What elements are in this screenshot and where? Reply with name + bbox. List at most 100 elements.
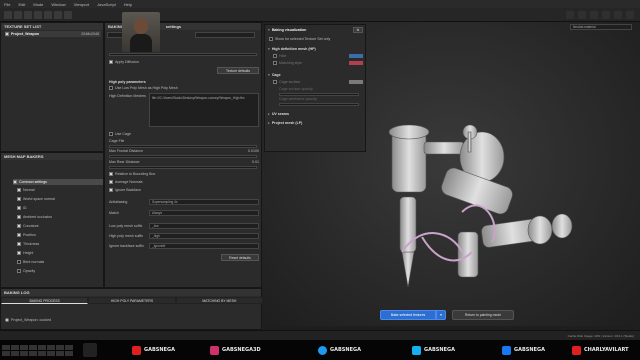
show-selected-option[interactable]: Show for selected Texture Set only [269, 36, 330, 42]
tab-baking-process[interactable]: BAKING PROCESS [1, 297, 89, 304]
bake-selected-textures-button[interactable]: Bake selected textures [380, 310, 436, 320]
baker-item-bent-normals[interactable]: Bent normals [17, 259, 44, 265]
use-cage-option[interactable]: Use Cage [109, 131, 131, 137]
cage-label: Cage [271, 73, 281, 77]
material-dropdown[interactable]: Neutral material [570, 24, 632, 30]
max-rear-value[interactable]: 0.01 [252, 160, 259, 164]
social-handle: GABSNEGA3D [222, 347, 261, 353]
collapse-arrow-icon[interactable]: ▾ [268, 28, 270, 32]
bake-options-chevron-icon[interactable]: ▾ [436, 310, 446, 320]
key [65, 344, 73, 350]
uv-seams-section[interactable]: ▸ UV seams [268, 111, 289, 117]
baker-checkbox[interactable] [17, 206, 21, 210]
texture-set-checkbox[interactable] [5, 32, 9, 36]
baker-checkbox[interactable] [17, 269, 21, 273]
cage-section[interactable]: ▾ Cage [268, 72, 281, 78]
smudge-tool-icon[interactable] [44, 11, 52, 19]
baker-checkbox[interactable] [17, 260, 21, 264]
match-dropdown[interactable]: Always [149, 210, 259, 216]
high-suffix-input[interactable]: _high [149, 233, 259, 239]
presenter-body [130, 34, 152, 52]
average-normals-option[interactable]: Average Normals [109, 179, 143, 185]
ignore-backface-option[interactable]: Ignore Backface [109, 187, 141, 193]
antialiasing-dropdown[interactable]: Supersampling 4x [149, 199, 259, 205]
baker-item-curvature[interactable]: Curvature [17, 223, 39, 229]
color-picker-icon[interactable] [64, 11, 72, 19]
baker-checkbox[interactable] [17, 197, 21, 201]
hd-meshes-field[interactable]: file:///C:/Users/Studio/Desktop/Weapon-c… [149, 93, 259, 127]
baker-checkbox[interactable] [13, 180, 17, 184]
max-frontal-slider[interactable] [109, 155, 257, 158]
tab-high-poly-parameters[interactable]: HIGH POLY PARAMETERS [88, 297, 176, 304]
resolution-dropdown[interactable] [195, 32, 255, 38]
eraser-tool-icon[interactable] [14, 11, 22, 19]
menu-mode[interactable]: Mode [33, 2, 43, 7]
baker-item-opacity[interactable]: Opacity [17, 268, 35, 274]
apply-diffusion-checkbox[interactable] [109, 60, 113, 64]
reset-defaults-button[interactable]: Reset defaults [221, 254, 259, 261]
menu-file[interactable]: File [4, 2, 10, 7]
tab-matching-by-mesh[interactable]: MATCHING BY MESH [175, 297, 263, 304]
baker-item-common-settings[interactable]: Common settings [13, 179, 103, 185]
menu-javascript[interactable]: JavaScript [97, 2, 116, 7]
low-suffix-input[interactable]: _low [149, 223, 259, 229]
use-cage-checkbox[interactable] [109, 132, 113, 136]
relative-bbox-option[interactable]: Relative to Bounding Box [109, 171, 155, 177]
return-to-painting-button[interactable]: Return to painting mode [452, 310, 514, 320]
average-normals-checkbox[interactable] [109, 180, 113, 184]
menu-viewport[interactable]: Viewport [74, 2, 90, 7]
geometry-tool-icon[interactable] [34, 11, 42, 19]
project-mesh-section[interactable]: ▸ Project mesh (LP) [268, 120, 302, 126]
screenshot-icon[interactable] [590, 11, 598, 19]
baker-item-id[interactable]: ID [17, 205, 27, 211]
texture-set-item[interactable]: Project_Weapon 2048x2048 [5, 31, 101, 37]
baker-checkbox[interactable] [17, 242, 21, 246]
baker-checkbox[interactable] [17, 215, 21, 219]
ignore-suffix-input[interactable]: _ignorebf [149, 243, 259, 249]
hd-matching-checkbox[interactable] [273, 61, 277, 65]
matching-color-swatch[interactable] [349, 61, 363, 65]
baker-label: ID [23, 206, 27, 210]
baker-checkbox[interactable] [17, 224, 21, 228]
hd-hide-checkbox[interactable] [273, 54, 277, 58]
baking-settings-panel: BAKING settings Apply Diffusion Texture d… [104, 22, 262, 288]
camera-icon[interactable] [566, 11, 574, 19]
clone-tool-icon[interactable] [54, 11, 62, 19]
visualization-toggle-icon[interactable]: ⧉ [353, 27, 363, 33]
top-toolbar [0, 8, 640, 22]
baker-checkbox[interactable] [17, 188, 21, 192]
baker-item-thickness[interactable]: Thickness [17, 241, 39, 247]
apply-diffusion-option[interactable]: Apply Diffusion [109, 59, 139, 65]
render-icon[interactable] [578, 11, 586, 19]
menu-window[interactable]: Window [51, 2, 65, 7]
menu-help[interactable]: Help [124, 2, 132, 7]
baker-item-height[interactable]: Height [17, 250, 33, 256]
show-selected-checkbox[interactable] [269, 37, 273, 41]
brush-tool-icon[interactable] [4, 11, 12, 19]
dilation-slider[interactable] [109, 53, 257, 56]
ignore-backface-checkbox[interactable] [109, 188, 113, 192]
texture-defaults-button[interactable]: Texture defaults [217, 67, 259, 74]
relative-bbox-checkbox[interactable] [109, 172, 113, 176]
social-youtube-charlyavilart: CHARLYAVILART [572, 345, 628, 355]
settings-icon[interactable] [626, 11, 634, 19]
cage-color-swatch[interactable] [349, 80, 363, 84]
baker-checkbox[interactable] [17, 251, 21, 255]
cage-wireframe-opacity-slider[interactable] [279, 103, 359, 106]
baker-item-normal[interactable]: Normal [17, 187, 35, 193]
menu-edit[interactable]: Edit [18, 2, 25, 7]
max-frontal-value[interactable]: 0.0100 [248, 149, 259, 153]
use-low-poly-option[interactable]: Use Low Poly Mesh as High Poly Mesh [109, 85, 178, 91]
baker-item-world-space-normal[interactable]: World space normal [17, 196, 55, 202]
projection-tool-icon[interactable] [24, 11, 32, 19]
max-rear-slider[interactable] [109, 166, 257, 169]
brush-settings-icon[interactable] [602, 11, 610, 19]
baker-item-position[interactable]: Position [17, 232, 36, 238]
cage-surface-checkbox[interactable] [273, 80, 277, 84]
baker-checkbox[interactable] [17, 233, 21, 237]
baker-item-ambient-occlusion[interactable]: Ambient occlusion [17, 214, 52, 220]
hd-mesh-section[interactable]: ▾ High definition mesh (HP) [268, 46, 316, 52]
hd-color-swatch[interactable] [349, 54, 363, 58]
layout-icon[interactable] [614, 11, 622, 19]
use-low-poly-checkbox[interactable] [109, 86, 113, 90]
